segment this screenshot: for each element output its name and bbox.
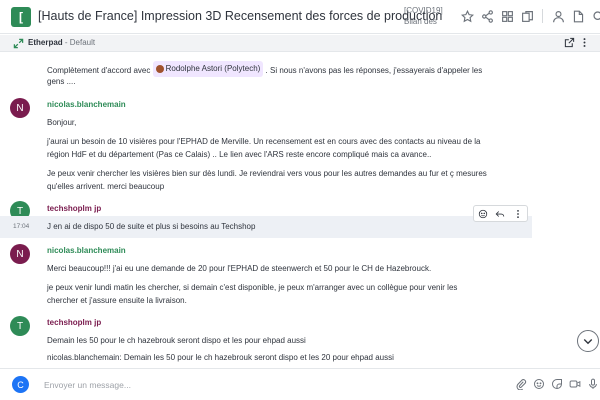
- etherpad-bar: Etherpad - Default: [0, 35, 600, 52]
- etherpad-label: Etherpad: [28, 38, 63, 47]
- message-text: Demain les 50 pour le ch hazebrouk seron…: [47, 336, 306, 345]
- message-text: J en ai de dispo 50 de suite et plus si …: [47, 222, 256, 231]
- external-link-icon[interactable]: [564, 37, 575, 48]
- avatar[interactable]: T: [10, 316, 30, 336]
- message-composer: C: [0, 368, 600, 400]
- header-toolbar: [460, 9, 600, 23]
- message-text: Merci beaucoup!!! j'ai eu une demande de…: [47, 264, 432, 273]
- message-text: nicolas.blanchemain: Demain les 50 pour …: [47, 353, 394, 362]
- username[interactable]: techshoplm jp: [47, 318, 101, 327]
- copy-icon[interactable]: [520, 9, 534, 23]
- message-text: Bonjour,: [47, 118, 77, 127]
- expand-icon[interactable]: [13, 38, 24, 49]
- room-title[interactable]: [Hauts de France] Impression 3D Recensem…: [38, 9, 442, 23]
- share-icon[interactable]: [480, 9, 494, 23]
- user-icon[interactable]: [551, 9, 565, 23]
- message-input[interactable]: [44, 378, 504, 392]
- emoji-reaction-icon[interactable]: [478, 209, 488, 219]
- etherpad-title[interactable]: Etherpad - Default: [28, 38, 95, 47]
- room-topic-line1: [COVID19]: [404, 6, 443, 15]
- video-icon[interactable]: [569, 378, 581, 390]
- message-text: chercher et j'assure ensuite la livraiso…: [47, 296, 187, 305]
- avatar[interactable]: N: [10, 244, 30, 264]
- more-vertical-icon[interactable]: [579, 37, 590, 48]
- scroll-to-bottom-button[interactable]: [577, 330, 599, 352]
- composer-actions: [515, 378, 599, 390]
- avatar[interactable]: N: [10, 98, 30, 118]
- reply-icon[interactable]: [495, 209, 505, 219]
- username[interactable]: techshoplm jp: [47, 204, 101, 213]
- message-text: qu'elles arrivent. merci beaucoup: [47, 182, 165, 191]
- room-topic-line2: Bilan des: [404, 17, 437, 26]
- microphone-icon[interactable]: [587, 378, 599, 390]
- search-icon[interactable]: [591, 9, 600, 23]
- composer-avatar[interactable]: C: [12, 376, 29, 393]
- chevron-down-icon: [583, 339, 593, 345]
- etherpad-default-label: Default: [69, 38, 96, 47]
- message-actions: [473, 205, 528, 222]
- star-icon[interactable]: [460, 9, 474, 23]
- room-topic[interactable]: [COVID19] Bilan des: [404, 5, 450, 27]
- sticker-icon[interactable]: [551, 378, 563, 390]
- header-divider: [542, 9, 543, 23]
- username[interactable]: nicolas.blanchemain: [47, 246, 126, 255]
- message-text: région HdF et du département (Pas ce Cal…: [47, 150, 432, 159]
- message-list: Complètement d'accord avec Rodolphe Asto…: [0, 52, 600, 368]
- etherpad-actions: [564, 37, 590, 48]
- attachment-icon[interactable]: [515, 378, 527, 390]
- room-avatar[interactable]: [: [11, 7, 31, 27]
- more-vertical-icon[interactable]: [513, 209, 523, 219]
- room-header: [ [Hauts de France] Impression 3D Recens…: [0, 0, 600, 34]
- file-icon[interactable]: [571, 9, 585, 23]
- username[interactable]: nicolas.blanchemain: [47, 100, 126, 109]
- message-timestamp: 17:04: [13, 223, 30, 230]
- etherpad-separator: -: [62, 38, 70, 47]
- grid-icon[interactable]: [500, 9, 514, 23]
- message-text: gens ....: [47, 77, 76, 86]
- mention-avatar: [155, 65, 164, 73]
- emoji-icon[interactable]: [533, 378, 545, 390]
